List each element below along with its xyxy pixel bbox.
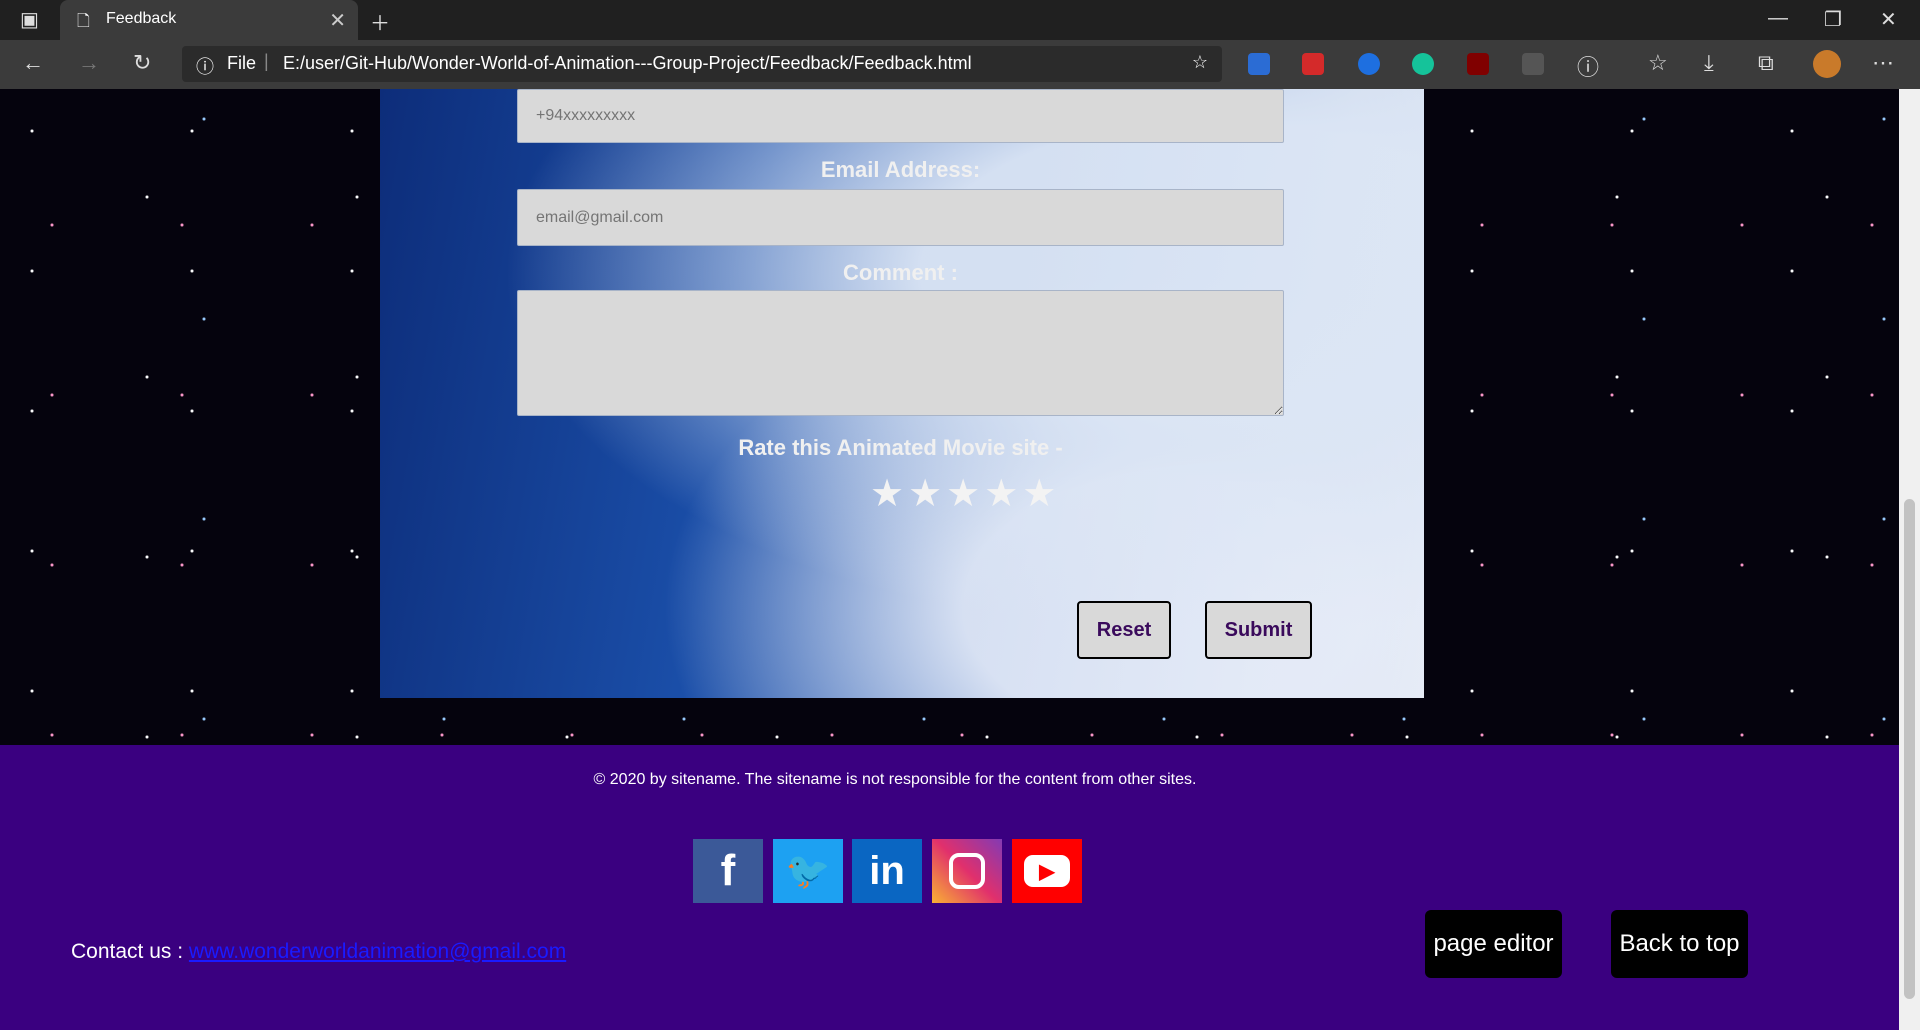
youtube-icon[interactable]: ▶ — [1012, 839, 1082, 903]
more-options-icon[interactable]: ⋯ — [1872, 50, 1894, 76]
extension-grammarly-icon[interactable] — [1412, 53, 1434, 75]
extension-info-icon[interactable]: ⓘ — [1577, 50, 1599, 82]
downloads-icon[interactable]: ⤓ — [1704, 50, 1714, 76]
extension-upload-icon[interactable] — [1248, 53, 1270, 75]
tab-feedback[interactable]: 🗋 Feedback ✕ — [60, 0, 358, 40]
profile-avatar[interactable] — [1813, 50, 1841, 78]
extension-github-icon[interactable] — [1522, 53, 1544, 75]
favorites-icon[interactable]: ☆ — [1648, 50, 1668, 76]
url-scheme: File — [227, 53, 257, 73]
tab-title: Feedback — [106, 10, 177, 27]
page-editor-button[interactable]: page editor — [1425, 910, 1562, 978]
extension-ublock-icon[interactable] — [1467, 53, 1489, 75]
refresh-icon[interactable]: ↻ — [133, 50, 151, 76]
new-tab-icon[interactable]: ＋ — [370, 7, 390, 36]
restore-icon[interactable]: ❐ — [1824, 7, 1842, 32]
contact-label: Contact us : — [71, 940, 184, 963]
extension-mendeley-icon[interactable] — [1302, 53, 1324, 75]
phone-input[interactable] — [517, 89, 1284, 143]
twitter-icon[interactable]: 🐦 — [773, 839, 843, 903]
contact-section: Contact us : www.wonderworldanimation@gm… — [71, 940, 566, 964]
youtube-play-glyph: ▶ — [1024, 855, 1070, 887]
back-icon[interactable]: ← — [22, 50, 44, 76]
feedback-form-panel: Email Address: Comment : Rate this Anima… — [380, 89, 1424, 698]
scrollbar-thumb[interactable] — [1904, 499, 1915, 999]
contact-email-link[interactable]: www.wonderworldanimation@gmail.com — [189, 940, 566, 963]
close-tab-icon[interactable]: ✕ — [329, 8, 346, 33]
back-to-top-button[interactable]: Back to top — [1611, 910, 1748, 978]
instagram-icon[interactable] — [932, 839, 1002, 903]
tab-actions-icon[interactable]: ▣ — [20, 7, 39, 32]
instagram-glyph — [949, 853, 985, 889]
comment-label: Comment : — [843, 260, 958, 285]
comment-textarea[interactable] — [517, 290, 1284, 416]
facebook-icon[interactable]: f — [693, 839, 763, 903]
tab-bar: ▣ 🗋 Feedback ✕ ＋ — ❐ ✕ — [0, 0, 1920, 40]
email-label: Email Address: — [820, 157, 981, 182]
rating-label: Rate this Animated Movie site - — [738, 435, 1063, 460]
reset-button[interactable]: Reset — [1077, 601, 1171, 659]
email-input[interactable] — [517, 189, 1284, 246]
footer: © 2020 by sitename. The sitename is not … — [0, 745, 1899, 1030]
copyright-text: © 2020 by sitename. The sitename is not … — [593, 771, 1197, 788]
linkedin-icon[interactable]: in — [852, 839, 922, 903]
extension-shield-icon[interactable] — [1358, 53, 1380, 75]
page-viewport: Email Address: Comment : Rate this Anima… — [0, 89, 1899, 1030]
collections-icon[interactable]: ⧉ — [1758, 50, 1774, 76]
url-text: E:/user/Git-Hub/Wonder-World-of-Animatio… — [283, 53, 972, 73]
star-rating[interactable]: ★★★★★ — [870, 471, 1060, 516]
page-icon: 🗋 — [77, 13, 90, 30]
add-favorite-icon[interactable]: ☆ — [1192, 52, 1208, 73]
scrollbar[interactable] — [1899, 89, 1920, 1030]
submit-button[interactable]: Submit — [1205, 601, 1312, 659]
url-field[interactable]: ⓘ File | E:/user/Git-Hub/Wonder-World-of… — [182, 46, 1222, 82]
minimize-icon[interactable]: — — [1768, 7, 1788, 30]
info-icon[interactable]: ⓘ — [196, 53, 214, 79]
close-window-icon[interactable]: ✕ — [1880, 7, 1897, 32]
url-separator: | — [264, 51, 269, 71]
forward-icon[interactable]: → — [78, 50, 100, 76]
